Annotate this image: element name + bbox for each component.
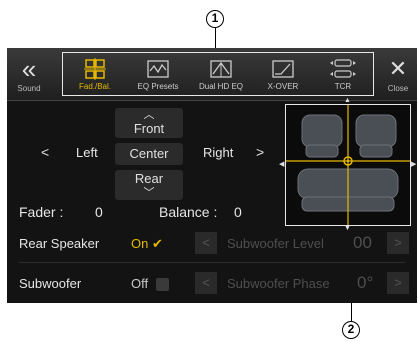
back-button[interactable]: « Sound (7, 48, 51, 100)
x-over-icon (272, 60, 294, 78)
checkmark-icon: ✔ (151, 236, 163, 251)
subwoofer-phase-decrease-button[interactable]: < (195, 272, 217, 294)
sound-settings-screen: « Sound Fad./Bal. EQ Presets Dual HD EQ … (7, 48, 417, 303)
map-up-icon[interactable]: ▲ (344, 97, 351, 104)
callout-1: 1 (206, 10, 224, 28)
double-chevron-left-icon: « (21, 54, 37, 84)
balance-value: 0 (234, 204, 242, 220)
right-arrow-button[interactable]: > (256, 144, 264, 160)
fader-label: Fader : (19, 204, 64, 220)
tab-dual-hd-eq-label: Dual HD EQ (198, 82, 243, 91)
subwoofer-level-decrease-button[interactable]: < (195, 232, 217, 254)
callout-2: 2 (342, 321, 360, 339)
car-seats-diagram (286, 105, 410, 225)
tab-x-over[interactable]: X-OVER (253, 55, 313, 95)
tab-eq-presets-label: EQ Presets (137, 82, 179, 91)
map-down-icon[interactable]: ▼ (344, 225, 351, 232)
subwoofer-state: Off (131, 276, 149, 291)
map-right-icon[interactable]: ▶ (411, 160, 416, 168)
rear-button[interactable]: Rear ﹀ (115, 170, 183, 200)
dual-hd-eq-icon (210, 60, 232, 78)
rear-speaker-state: On (131, 236, 149, 251)
front-label: Front (133, 121, 165, 136)
tcr-icon (330, 59, 356, 78)
rear-speaker-label: Rear Speaker (19, 236, 100, 251)
tab-tcr-label: TCR (334, 82, 352, 91)
left-label[interactable]: Left (76, 145, 98, 160)
map-left-icon[interactable]: ◀ (279, 160, 284, 168)
tab-x-over-label: X-OVER (267, 82, 299, 91)
subwoofer-level-increase-button[interactable]: > (387, 232, 409, 254)
row-divider (19, 262, 405, 263)
chevron-down-icon: ﹀ (143, 187, 155, 199)
tab-eq-presets[interactable]: EQ Presets (128, 55, 188, 95)
top-bar: « Sound Fad./Bal. EQ Presets Dual HD EQ … (7, 48, 417, 101)
tab-fader-balance-label: Fad./Bal. (78, 82, 111, 91)
rear-label: Rear (134, 171, 164, 186)
front-button[interactable]: ︿ Front (115, 108, 183, 138)
listening-position-map[interactable] (285, 104, 411, 226)
subwoofer-level-value: 00 (353, 233, 372, 252)
back-label: Sound (17, 84, 41, 93)
close-icon: ✕ (388, 56, 408, 81)
tab-dual-hd-eq[interactable]: Dual HD EQ (191, 55, 251, 95)
subwoofer-checkbox[interactable] (156, 278, 169, 291)
subwoofer-level-label: Subwoofer Level (227, 236, 324, 251)
subwoofer-phase-label: Subwoofer Phase (227, 276, 330, 291)
fader-balance-icon (84, 58, 106, 80)
close-button[interactable]: ✕ Close (379, 48, 417, 100)
fader-value: 0 (95, 204, 103, 220)
subwoofer-phase-increase-button[interactable]: > (387, 272, 409, 294)
tab-fader-balance[interactable]: Fad./Bal. (65, 55, 125, 95)
subwoofer-phase-value: 0° (357, 273, 374, 292)
tab-tcr[interactable]: TCR (313, 55, 373, 95)
rear-speaker-toggle[interactable]: On ✔ (131, 236, 163, 252)
close-label: Close (387, 84, 409, 93)
subwoofer-toggle[interactable]: Off (131, 276, 148, 291)
chevron-up-icon: ︿ (143, 109, 155, 121)
left-arrow-button[interactable]: < (41, 144, 49, 160)
sound-tabs: Fad./Bal. EQ Presets Dual HD EQ X-OVER T… (62, 52, 374, 96)
center-button[interactable]: Center (115, 143, 183, 165)
right-label[interactable]: Right (203, 145, 233, 160)
subwoofer-label: Subwoofer (19, 276, 82, 291)
eq-presets-icon (147, 60, 169, 78)
balance-label: Balance : (159, 204, 218, 220)
